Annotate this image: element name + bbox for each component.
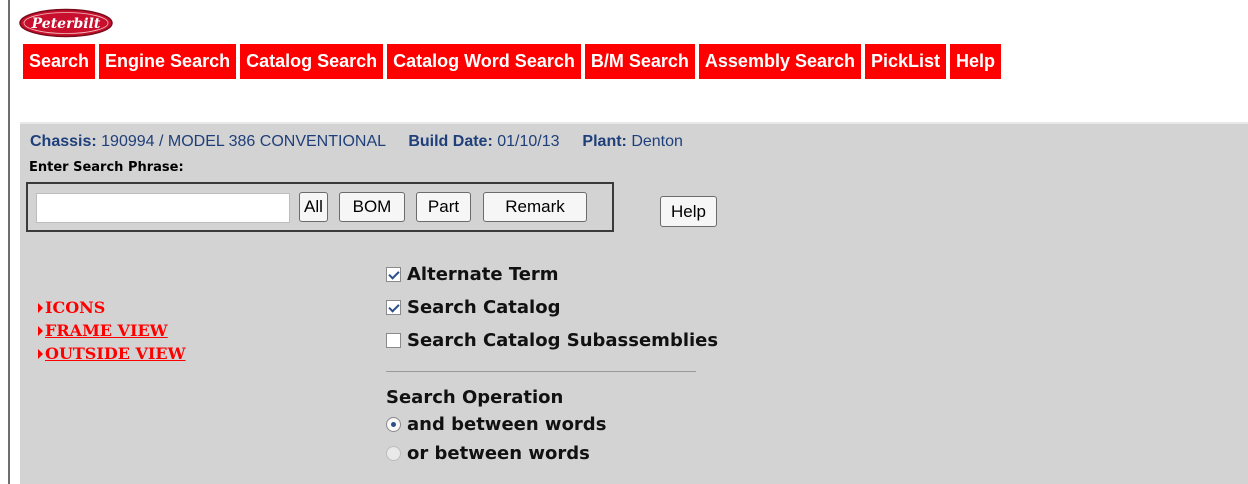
logo-text: Peterbilt	[31, 16, 101, 32]
search-operation-title: Search Operation	[386, 387, 564, 408]
checkbox-unchecked-icon[interactable]	[386, 333, 401, 348]
nav-catalog-search[interactable]: Catalog Search	[240, 44, 384, 79]
arrow-right-icon	[38, 325, 43, 336]
option-search-catalog-label: Search Catalog	[407, 297, 561, 318]
arrow-right-icon	[38, 302, 43, 313]
chassis-value: 190994 / MODEL 386 CONVENTIONAL	[101, 133, 386, 150]
nav-search[interactable]: Search	[23, 44, 96, 79]
search-input[interactable]	[36, 193, 290, 223]
build-date-label: Build Date:	[408, 133, 493, 150]
link-outside-view-label: OUTSIDE VIEW	[45, 344, 186, 363]
chassis-label: Chassis:	[30, 133, 97, 150]
arrow-right-icon	[38, 348, 43, 359]
nav-picklist[interactable]: PickList	[865, 44, 947, 79]
peterbilt-logo[interactable]: Peterbilt	[18, 8, 114, 38]
search-options: Alternate Term Search Catalog Search Cat…	[386, 258, 718, 468]
option-search-catalog-subassemblies-label: Search Catalog Subassemblies	[407, 330, 719, 351]
link-frame-view-label: FRAME VIEW	[45, 321, 168, 340]
radio-and-between-words[interactable]: and between words	[386, 410, 718, 439]
search-box: All BOM Part Remark	[26, 182, 614, 232]
divider	[386, 371, 696, 372]
radio-or-label: or between words	[407, 443, 590, 464]
link-icons-label: ICONS	[45, 298, 106, 317]
link-icons[interactable]: ICONS	[38, 296, 186, 319]
remark-button[interactable]: Remark	[483, 192, 587, 222]
nav-bm-search[interactable]: B/M Search	[584, 44, 695, 79]
bom-button[interactable]: BOM	[339, 192, 405, 222]
chassis-info: Chassis: 190994 / MODEL 386 CONVENTIONAL…	[30, 133, 683, 151]
all-button[interactable]: All	[299, 192, 328, 222]
app-frame: Peterbilt Search Engine Search Catalog S…	[8, 0, 1248, 484]
checkbox-checked-icon[interactable]	[386, 300, 401, 315]
checkbox-checked-icon[interactable]	[386, 267, 401, 282]
radio-selected-icon[interactable]	[386, 417, 401, 432]
option-alternate-term[interactable]: Alternate Term	[386, 258, 718, 291]
nav-engine-search[interactable]: Engine Search	[99, 44, 237, 79]
build-date-value: 01/10/13	[497, 133, 560, 150]
help-button[interactable]: Help	[660, 196, 717, 227]
radio-unselected-icon[interactable]	[386, 446, 401, 461]
logo-oval: Peterbilt	[19, 8, 113, 38]
option-search-catalog[interactable]: Search Catalog	[386, 291, 718, 324]
nav-help[interactable]: Help	[950, 44, 1002, 79]
plant-value: Denton	[631, 133, 683, 150]
option-alternate-term-label: Alternate Term	[407, 264, 559, 285]
radio-or-between-words[interactable]: or between words	[386, 439, 718, 468]
search-phrase-label: Enter Search Phrase:	[29, 160, 184, 175]
link-frame-view[interactable]: FRAME VIEW	[38, 319, 186, 342]
link-outside-view[interactable]: OUTSIDE VIEW	[38, 342, 186, 365]
option-search-catalog-subassemblies[interactable]: Search Catalog Subassemblies	[386, 324, 718, 357]
radio-and-label: and between words	[407, 414, 607, 435]
view-links: ICONS FRAME VIEW OUTSIDE VIEW	[38, 296, 186, 365]
nav-catalog-word-search[interactable]: Catalog Word Search	[387, 44, 581, 79]
part-button[interactable]: Part	[416, 192, 471, 222]
nav-assembly-search[interactable]: Assembly Search	[698, 44, 861, 79]
search-panel: Chassis: 190994 / MODEL 386 CONVENTIONAL…	[20, 122, 1248, 484]
main-nav: Search Engine Search Catalog Search Cata…	[23, 44, 1002, 79]
plant-label: Plant:	[582, 133, 627, 150]
